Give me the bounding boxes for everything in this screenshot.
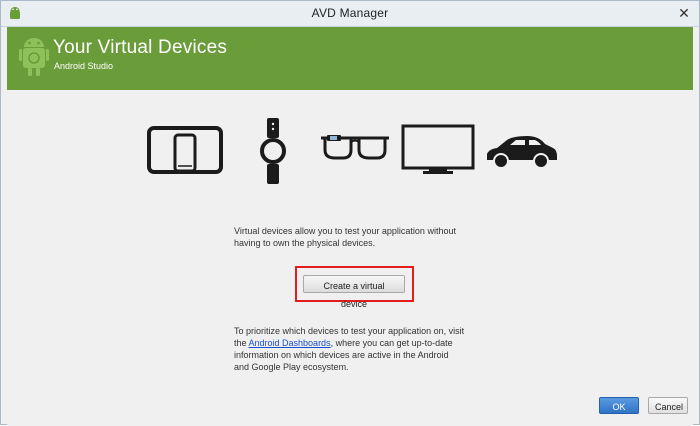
car-icon [487, 136, 557, 169]
banner-subtitle: Android Studio [54, 61, 114, 71]
glasses-icon [321, 135, 389, 160]
tv-icon [401, 124, 475, 174]
intro-text: Virtual devices allow you to test your a… [234, 226, 456, 248]
info-text: To prioritize which devices to test your… [234, 325, 466, 373]
device-icons-row [147, 118, 567, 184]
close-icon[interactable]: ✕ [675, 5, 693, 22]
android-studio-logo-icon [19, 38, 49, 76]
ok-button[interactable]: OK [599, 397, 639, 414]
window-title: AVD Manager [311, 6, 389, 20]
tablet-phone-icon [147, 126, 223, 174]
android-dashboards-link[interactable]: Android Dashboards [249, 338, 331, 348]
main-content: Virtual devices allow you to test your a… [7, 90, 693, 426]
avd-manager-window: AVD Manager ✕ Your Virtual Devices Andro… [0, 0, 700, 426]
watch-icon [260, 118, 286, 184]
header-banner: Your Virtual Devices Android Studio [7, 27, 693, 90]
title-bar[interactable]: AVD Manager ✕ [1, 1, 699, 27]
create-button-highlight: Create a virtual device [295, 266, 414, 309]
cancel-button[interactable]: Cancel [648, 397, 688, 414]
create-virtual-device-button[interactable]: Create a virtual device [303, 275, 405, 309]
banner-title: Your Virtual Devices [53, 37, 228, 58]
